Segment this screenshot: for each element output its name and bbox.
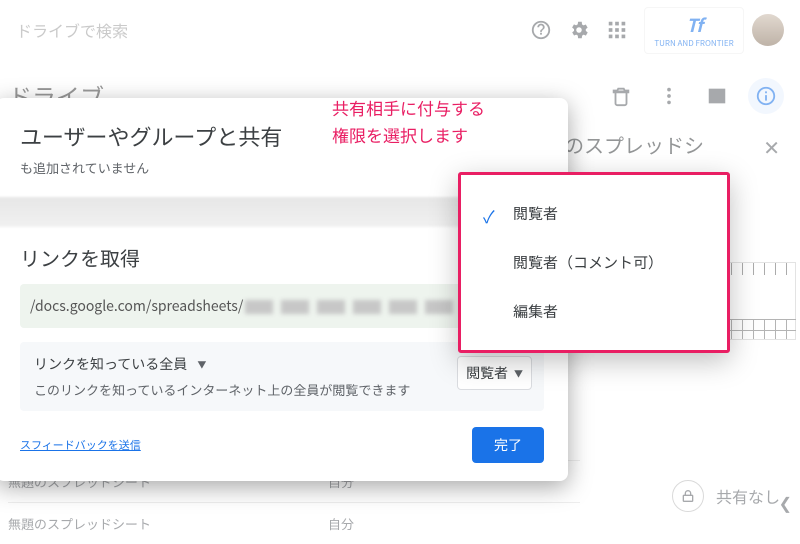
role-option-editor[interactable]: 編集者: [479, 287, 709, 336]
role-dropdown-button[interactable]: 閲覧者: [457, 356, 532, 390]
role-option-commenter[interactable]: 閲覧者（コメント可）: [479, 238, 709, 287]
role-option-viewer[interactable]: 閲覧者: [479, 189, 709, 238]
done-button[interactable]: 完了: [472, 427, 544, 463]
link-scope-select[interactable]: リンクを知っている全員: [34, 354, 530, 374]
redacted-url: [245, 300, 465, 314]
feedback-link[interactable]: スフィードバックを送信: [20, 437, 141, 453]
annotation-callout: 共有相手に付与する 権限を選択します: [332, 94, 485, 148]
role-menu: 閲覧者 閲覧者（コメント可） 編集者: [458, 172, 730, 353]
link-url-box[interactable]: /docs.google.com/spreadsheets/: [20, 284, 504, 328]
link-scope-desc: このリンクを知っているインターネット上の全員が閲覧できます: [34, 380, 530, 399]
